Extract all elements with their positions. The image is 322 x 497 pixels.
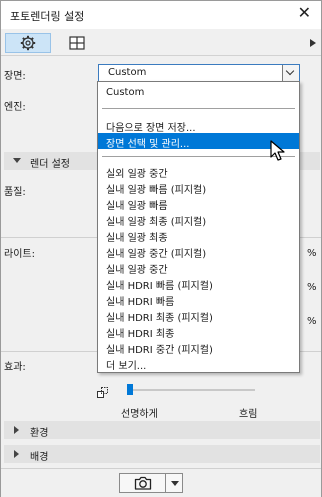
dropdown-item[interactable]: 실내 HDRI 빠름 [98,291,299,308]
scene-combo-value: Custom [108,67,147,78]
dropdown-item[interactable]: 실내 일광 중간 [98,259,299,276]
window-title: 포토렌더링 설정 [10,10,85,23]
dropdown-item[interactable]: 다음으로 장면 저장... [98,117,299,134]
expand-triangle-icon [14,450,19,458]
slider-left-label: 선명하게 [121,409,158,420]
environment-section[interactable]: 환경 [4,421,320,439]
dropdown-item[interactable]: 실외 일광 중간 [98,163,299,180]
render-settings-label: 렌더 설정 [30,159,70,170]
layout-grid-icon [69,36,85,50]
light-percent-3: % [307,316,317,327]
tab-settings[interactable] [5,33,51,53]
background-section[interactable]: 배경 [4,445,320,463]
light-percent-1: % [307,248,317,259]
render-button[interactable] [119,473,183,493]
light-percent-2: % [307,282,317,293]
tab-bar [1,31,321,56]
close-icon[interactable]: ✕ [298,5,311,21]
dropdown-item[interactable]: 실내 일광 중간 (피지컬) [98,243,299,260]
dropdown-item-highlighted[interactable]: 장면 선택 및 관리... [98,133,299,150]
expand-triangle-icon [14,426,19,434]
dropdown-item[interactable]: 실내 일광 최종 [98,227,299,244]
effects-slider-thumb[interactable] [127,384,133,395]
engine-label: 엔진: [4,102,26,113]
scene-combo[interactable]: Custom [98,64,300,82]
dropdown-item[interactable]: 실내 일광 최종 (피지컬) [98,211,299,228]
light-label: 라이트: [4,249,35,260]
dropdown-item[interactable]: 실내 일광 빠름 (피지컬) [98,179,299,196]
dropdown-separator [102,108,295,109]
dropdown-item[interactable]: 실내 HDRI 빠름 (피지컬) [98,275,299,292]
environment-label: 환경 [30,428,49,439]
scene-dropdown-list: Custom 다음으로 장면 저장... 장면 선택 및 관리... 실외 일광… [97,81,300,373]
dropdown-item[interactable]: 더 보기... [98,355,299,372]
dropdown-item[interactable]: 실내 HDRI 중간 (피지컬) [98,339,299,356]
effects-label: 효과: [4,362,26,373]
effects-slider-track[interactable] [127,389,255,391]
collapse-triangle-icon [13,158,21,163]
dropdown-item[interactable]: Custom [98,85,299,101]
gear-icon [20,35,36,51]
camera-icon [134,476,152,490]
title-bar: 포토렌더링 설정 ✕ [1,1,321,29]
render-button-divider [165,474,166,492]
mouse-cursor-icon [270,140,285,161]
dropdown-separator [102,156,295,157]
dropdown-item[interactable]: 실내 HDRI 최종 [98,323,299,340]
slider-right-label: 흐림 [239,409,258,420]
background-label: 배경 [30,452,49,463]
chevron-down-icon[interactable] [282,65,299,81]
depth-of-field-icon [97,387,108,398]
tab-layout[interactable] [57,33,97,53]
render-options-dropdown-icon[interactable] [171,481,179,486]
tab-scroll-right-icon[interactable] [310,39,316,47]
dropdown-item[interactable]: 실내 일광 빠름 [98,195,299,212]
scene-label: 장면: [4,71,26,82]
quality-label: 품질: [4,187,26,198]
dropdown-item[interactable]: 실내 HDRI 최종 (피지컬) [98,307,299,324]
